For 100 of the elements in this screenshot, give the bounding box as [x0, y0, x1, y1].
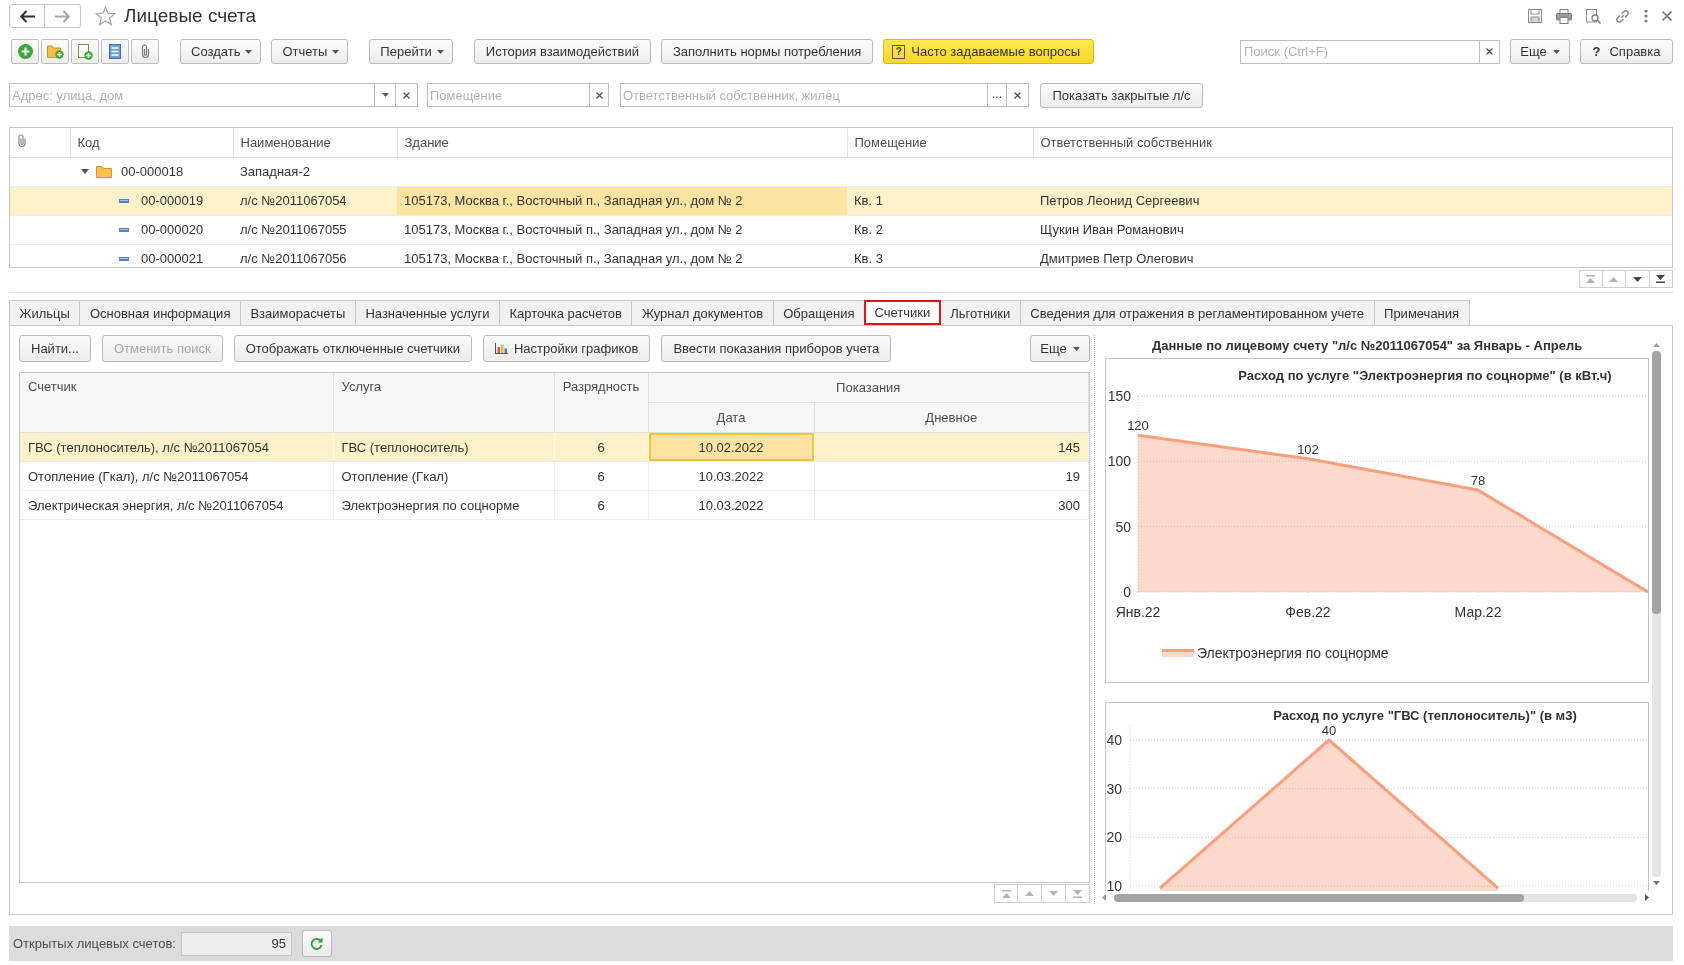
- table-cell: 6: [554, 490, 648, 520]
- scrollbar-thumb[interactable]: [1114, 893, 1524, 902]
- clear-button[interactable]: [1480, 39, 1500, 64]
- column-header[interactable]: Услуга: [333, 373, 554, 433]
- show-closed-button[interactable]: Показать закрытые л/с: [1040, 82, 1203, 108]
- table-cell: 10.03.2022: [648, 490, 814, 520]
- table-cell: ГВС (теплоноситель), л/с №2011067054: [20, 432, 333, 462]
- more-button[interactable]: Еще: [1030, 335, 1090, 362]
- tab[interactable]: Жильцы: [9, 300, 81, 325]
- expand-arrow-icon[interactable]: [81, 169, 89, 174]
- scrollbar[interactable]: [1114, 893, 1637, 902]
- column-header[interactable]: Ответственный собственник: [1033, 128, 1672, 157]
- axis-label: 30: [1106, 780, 1122, 797]
- search-field[interactable]: Поиск (Ctrl+F): [1240, 39, 1480, 64]
- data-label: 120: [1127, 418, 1149, 434]
- toolbar-button[interactable]: История взаимодействий: [473, 39, 651, 64]
- column-header[interactable]: Здание: [397, 128, 847, 157]
- save-icon[interactable]: [1528, 9, 1542, 23]
- arrow-right-icon: [55, 9, 70, 23]
- add-button[interactable]: [11, 39, 39, 64]
- table-cell: Электрическая энергия, л/с №2011067054: [20, 490, 333, 520]
- dropdown-button[interactable]: [375, 83, 396, 107]
- table-row[interactable]: 00-000018 Западная-2: [10, 157, 1672, 186]
- toolbar-button[interactable]: Найти...: [19, 335, 91, 362]
- scrollbar[interactable]: [1651, 351, 1661, 877]
- column-header[interactable]: Помещение: [847, 128, 1033, 157]
- next-row-button[interactable]: [1626, 270, 1650, 288]
- tab[interactable]: Карточка расчетов: [498, 300, 633, 325]
- table-row[interactable]: 00-000020 л/с №2011067055 105173, Москва г., Восточный п., Западная ул., дом № 2 Кв. 2 Щукин Иван Романович: [10, 215, 1672, 244]
- clear-button[interactable]: [1007, 83, 1029, 107]
- table-cell: Отопление (Гкал): [333, 461, 554, 491]
- column-header[interactable]: Дневное: [814, 402, 1089, 433]
- column-header[interactable]: Счетчик: [20, 373, 333, 433]
- table-row[interactable]: Отопление (Гкал), л/с №2011067054 Отопление (Гкал) 6 10.03.2022 19: [20, 461, 1089, 491]
- owner-field[interactable]: Ответственный собственник, жилец: [620, 83, 988, 107]
- table-cell: 145: [814, 432, 1089, 462]
- more-button[interactable]: Еще: [1510, 39, 1570, 64]
- refresh-button[interactable]: [301, 930, 332, 957]
- back-button[interactable]: [9, 4, 45, 28]
- toolbar-button[interactable]: Заполнить нормы потребления: [660, 39, 874, 64]
- table-row[interactable]: 00-000019 л/с №2011067054 105173, Москва г., Восточный п., Западная ул., дом № 2 Кв. 1 Петров Леонид Сергеевич: [10, 186, 1672, 215]
- select-button[interactable]: ...: [988, 83, 1007, 107]
- toolbar-button[interactable]: Ввести показания приборов учета: [661, 335, 892, 362]
- axis-label: 0: [1123, 584, 1131, 600]
- dropdown-button[interactable]: Отчеты: [271, 39, 349, 64]
- toolbar-button[interactable]: Настройки графиков: [482, 335, 651, 362]
- close-icon[interactable]: [1662, 11, 1672, 21]
- tab[interactable]: Назначенные услуги: [354, 300, 500, 325]
- column-header[interactable]: Наименование: [233, 128, 397, 157]
- clear-button[interactable]: [396, 83, 418, 107]
- help-button[interactable]: ? Справка: [1580, 39, 1673, 64]
- address-field[interactable]: Адрес: улица, дом: [9, 83, 375, 107]
- table-cell: 105173, Москва г., Восточный п., Западная ул., дом № 2: [397, 244, 847, 267]
- clear-button[interactable]: [590, 83, 609, 107]
- tab[interactable]: Сведения для отражения в регламентированном учете: [1019, 300, 1375, 325]
- table-row[interactable]: ГВС (теплоноситель), л/с №2011067054 ГВС (теплоноситель) 6 10.02.2022 145: [20, 432, 1089, 462]
- star-icon[interactable]: [95, 6, 116, 26]
- print-preview-icon[interactable]: [1586, 8, 1601, 24]
- dropdown-button[interactable]: Перейти: [369, 39, 453, 64]
- scrollbar-thumb[interactable]: [1651, 351, 1661, 614]
- tab[interactable]: Льготники: [939, 300, 1021, 325]
- dropdown-button[interactable]: Создать: [180, 39, 262, 64]
- dash-icon: [119, 256, 129, 261]
- more-icon[interactable]: [1644, 9, 1648, 23]
- row-code: 00-000020: [141, 222, 204, 237]
- scroll-up-icon[interactable]: [1652, 343, 1660, 347]
- scroll-right-icon[interactable]: [1645, 894, 1649, 901]
- table-cell: 105173, Москва г., Восточный п., Западная ул., дом № 2: [397, 186, 847, 215]
- tab[interactable]: Журнал документов: [631, 300, 774, 325]
- row-code: 00-000018: [121, 164, 184, 179]
- table-cell: 105173, Москва г., Восточный п., Западная ул., дом № 2: [397, 215, 847, 244]
- printer-icon[interactable]: [1556, 8, 1572, 24]
- list-button[interactable]: [101, 39, 129, 64]
- scroll-down-icon[interactable]: [1652, 881, 1660, 885]
- table-row[interactable]: Электрическая энергия, л/с №2011067054 Электроэнергия по соцнорме 6 10.03.2022 300: [20, 490, 1089, 520]
- tab[interactable]: Счетчики: [864, 300, 941, 325]
- tab[interactable]: Примечания: [1373, 300, 1470, 325]
- toolbar-button[interactable]: Отображать отключенные счетчики: [233, 335, 472, 362]
- attach-button[interactable]: [131, 39, 159, 64]
- column-header[interactable]: Дата: [648, 402, 814, 433]
- last-row-button[interactable]: [1649, 270, 1673, 288]
- column-header[interactable]: Разрядность: [554, 373, 648, 433]
- tab[interactable]: Основная информация: [79, 300, 241, 325]
- arrow-to-bottom-icon: [1073, 889, 1082, 898]
- premises-field[interactable]: Помещение: [427, 83, 590, 107]
- add-folder-button[interactable]: [41, 39, 69, 64]
- column-header[interactable]: [10, 128, 70, 157]
- copy-button[interactable]: [71, 39, 99, 64]
- scroll-left-icon[interactable]: [1102, 894, 1106, 901]
- faq-button[interactable]: ? Часто задаваемые вопросы: [883, 39, 1095, 64]
- table-cell: л/с №2011067056: [233, 244, 397, 267]
- tab[interactable]: Взаиморасчеты: [239, 300, 356, 325]
- column-header[interactable]: Код: [70, 128, 233, 157]
- tab[interactable]: Обращения: [772, 300, 865, 325]
- folder-icon: [96, 165, 112, 178]
- caret-icon: [1552, 49, 1560, 54]
- count-field[interactable]: 95: [180, 931, 292, 956]
- table-cell: Кв. 1: [847, 186, 1033, 215]
- link-icon[interactable]: [1615, 8, 1630, 24]
- table-cell: Западная-2: [233, 157, 397, 186]
